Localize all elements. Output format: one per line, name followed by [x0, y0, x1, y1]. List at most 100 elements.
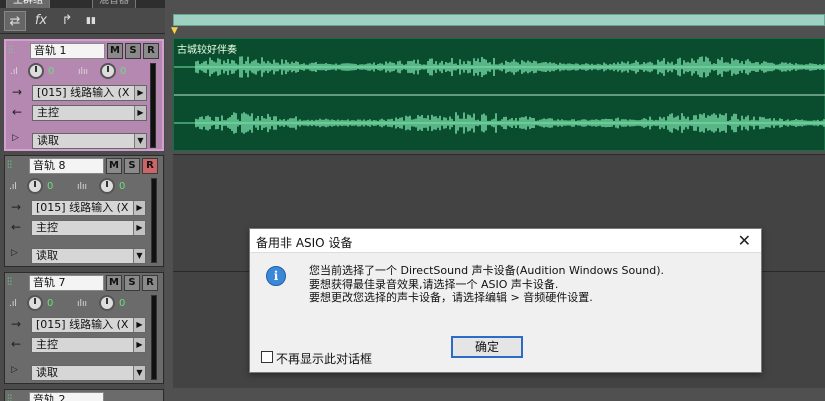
- automation-value: 读取: [37, 134, 59, 147]
- input-select[interactable]: [015] 线路输入 (X ▶: [32, 85, 147, 101]
- chevron-right-icon: ▶: [134, 86, 146, 100]
- input-arrow-icon: →: [11, 317, 22, 331]
- time-ruler[interactable]: [173, 14, 825, 26]
- tab-mixer[interactable]: 混音器: [92, 0, 136, 8]
- output-select[interactable]: 主控 ▶: [31, 337, 146, 353]
- output-value: 主控: [36, 221, 58, 234]
- pan-value: 0: [120, 66, 127, 77]
- waveform-icon[interactable]: ⫶⫶: [7, 277, 25, 289]
- level-meter: [151, 295, 157, 380]
- track-header-2[interactable]: ⫶⫶ 音轨 2: [4, 389, 164, 401]
- solo-button[interactable]: S: [124, 275, 140, 291]
- track-title-row: ⫶⫶ 音轨 1 M S R: [6, 42, 162, 60]
- output-arrow-icon: ←: [12, 105, 23, 119]
- route-icon[interactable]: ↱: [56, 11, 78, 31]
- chevron-down-icon: ▼: [133, 366, 145, 380]
- track-name-field[interactable]: 音轨 8: [29, 158, 104, 174]
- pan-value: 0: [119, 298, 126, 309]
- bars-icon[interactable]: ▮▮: [80, 11, 102, 31]
- pan-icon: ılıı: [77, 299, 88, 309]
- chevron-right-icon: ▶: [134, 106, 146, 120]
- fx-icon[interactable]: fx: [30, 11, 52, 31]
- expand-icon[interactable]: ▷: [12, 133, 19, 143]
- expand-icon[interactable]: ▷: [11, 248, 18, 258]
- chevron-down-icon: ▼: [134, 134, 146, 148]
- input-select[interactable]: [015] 线路输入 (X ▶: [31, 200, 146, 216]
- output-row: ← 主控 ▶: [5, 220, 163, 238]
- audio-clip[interactable]: 古城较好伴奏: [173, 38, 825, 151]
- ok-button[interactable]: 确定: [451, 336, 523, 358]
- automation-select[interactable]: 读取 ▼: [31, 248, 146, 264]
- volume-knob[interactable]: [28, 63, 44, 79]
- automation-select[interactable]: 读取 ▼: [32, 133, 147, 149]
- solo-button[interactable]: S: [124, 158, 140, 174]
- waveform-channel-1: [195, 56, 825, 78]
- track-name-field[interactable]: 音轨 2: [29, 392, 104, 401]
- track-header-7[interactable]: ⫶⫶ 音轨 7 M S R .ıl 0 ılıı 0 → [015] 线路输入 …: [4, 272, 164, 384]
- record-button[interactable]: R: [142, 158, 158, 174]
- volume-knob[interactable]: [27, 178, 43, 194]
- waveform-icon[interactable]: ⫶⫶: [7, 394, 25, 401]
- output-select[interactable]: 主控 ▶: [31, 220, 146, 236]
- input-value: [015] 线路输入 (X: [36, 201, 129, 214]
- track-toolbar: ⇄ fx ↱ ▮▮: [0, 8, 170, 34]
- record-button[interactable]: R: [142, 275, 158, 291]
- track-header-8[interactable]: ⫶⫶ 音轨 8 M S R .ıl 0 ılıı 0 → [015] 线路输入 …: [4, 155, 164, 267]
- volume-knob[interactable]: [27, 295, 43, 311]
- pan-value: 0: [119, 181, 126, 192]
- input-row: → [015] 线路输入 (X ▶: [5, 200, 163, 218]
- waveform: [174, 56, 825, 134]
- output-arrow-icon: ←: [11, 337, 22, 351]
- track-header-1[interactable]: ⫶⫶ 音轨 1 M S R .ıl 0 ılıı 0 → [015] 线路输入 …: [4, 39, 164, 151]
- record-button[interactable]: R: [143, 43, 159, 59]
- dont-show-label[interactable]: 不再显示此对话框: [276, 350, 372, 367]
- swap-icon[interactable]: ⇄: [4, 11, 26, 31]
- dont-show-checkbox[interactable]: [261, 351, 273, 363]
- pan-knob[interactable]: [99, 178, 115, 194]
- track-knobs-row: .ıl 0 ılıı 0: [5, 178, 163, 196]
- input-value: [015] 线路输入 (X: [36, 318, 129, 331]
- track-name-field[interactable]: 音轨 7: [29, 275, 104, 291]
- audition-window: 主群组 混音器 ⇄ fx ↱ ▮▮ ⫶⫶ 音轨 1 M S R .ıl 0 ıl…: [0, 0, 825, 401]
- input-row: → [015] 线路输入 (X ▶: [6, 85, 162, 103]
- level-meter: [150, 63, 156, 148]
- tab-main-group[interactable]: 主群组: [6, 0, 50, 8]
- track-headers: ⫶⫶ 音轨 1 M S R .ıl 0 ılıı 0 → [015] 线路输入 …: [0, 34, 165, 401]
- expand-icon[interactable]: ▷: [11, 365, 18, 375]
- waveform-icon[interactable]: ⫶⫶: [7, 160, 25, 172]
- automation-select[interactable]: 读取 ▼: [31, 365, 146, 381]
- track-title-row: ⫶⫶ 音轨 7 M S R: [5, 274, 163, 292]
- pan-knob[interactable]: [100, 63, 116, 79]
- chevron-right-icon: ▶: [133, 338, 145, 352]
- automation-row: ▷ 读取 ▼: [5, 365, 163, 383]
- mute-button[interactable]: M: [106, 158, 122, 174]
- clip-title: 古城较好伴奏: [177, 45, 237, 56]
- chevron-right-icon: ▶: [133, 221, 145, 235]
- input-select[interactable]: [015] 线路输入 (X ▶: [31, 317, 146, 333]
- automation-value: 读取: [36, 249, 58, 262]
- playhead-marker-icon[interactable]: ▼: [171, 26, 178, 36]
- track-name-field[interactable]: 音轨 1: [30, 43, 105, 59]
- output-select[interactable]: 主控 ▶: [32, 105, 147, 121]
- input-arrow-icon: →: [12, 85, 23, 99]
- automation-row: ▷ 读取 ▼: [6, 133, 162, 151]
- dialog-message-line-1: 您当前选择了一个 DirectSound 声卡设备(Audition Windo…: [309, 264, 664, 277]
- waveform-channel-2: [195, 112, 825, 134]
- volume-icon: .ıl: [9, 182, 17, 192]
- output-row: ← 主控 ▶: [5, 337, 163, 355]
- waveform-icon[interactable]: ⫶⫶: [8, 45, 26, 57]
- chevron-right-icon: ▶: [133, 201, 145, 215]
- dialog-title: 备用非 ASIO 设备: [256, 236, 353, 250]
- close-icon[interactable]: ✕: [738, 231, 751, 250]
- pan-knob[interactable]: [99, 295, 115, 311]
- automation-value: 读取: [36, 366, 58, 379]
- dialog-message-line-2: 要想获得最佳录音效果,请选择一个 ASIO 声卡设备.: [309, 278, 559, 291]
- solo-button[interactable]: S: [125, 43, 141, 59]
- mute-button[interactable]: M: [106, 275, 122, 291]
- dialog-titlebar[interactable]: 备用非 ASIO 设备 ✕: [250, 229, 761, 253]
- dialog-message-line-3: 要想更改您选择的声卡设备，请选择编辑 > 音频硬件设置.: [309, 291, 593, 304]
- volume-value: 0: [47, 181, 54, 192]
- mute-button[interactable]: M: [107, 43, 123, 59]
- info-icon: i: [266, 266, 286, 286]
- pan-icon: ılıı: [77, 182, 88, 192]
